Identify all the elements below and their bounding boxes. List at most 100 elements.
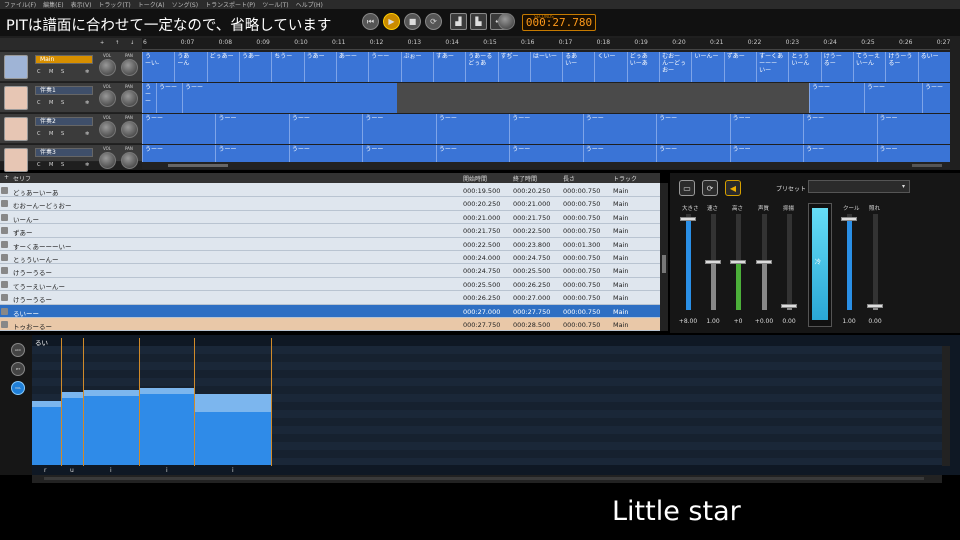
speaker-icon[interactable]: ◀ [725, 180, 741, 196]
pan-knob[interactable] [121, 152, 138, 169]
note-block[interactable]: うーー [182, 83, 397, 113]
note-block[interactable]: うあー [303, 52, 336, 82]
note-block[interactable]: うーー [362, 114, 436, 144]
fx-icon[interactable]: ❄ [85, 100, 89, 106]
list-row[interactable]: すーくあーーーいー 000:22.500 000:23.800 000:01.300 M… [0, 238, 660, 251]
note-block[interactable]: るいー [917, 52, 950, 82]
note-block[interactable]: けうーう るー [885, 52, 918, 82]
note-block[interactable]: うーー [803, 114, 877, 144]
col-end[interactable]: 終了時間 [513, 174, 537, 183]
track-c-button[interactable]: C [37, 162, 41, 168]
list-row[interactable]: どぅあーいーあ 000:19.500 000:20.250 000:00.750 Mai… [0, 184, 660, 198]
note-block[interactable]: うーー [215, 145, 289, 162]
note-block[interactable]: うーー [215, 114, 289, 144]
track-s-button[interactable]: S [61, 162, 64, 168]
note-block[interactable]: うーー [729, 114, 804, 144]
slider-handle[interactable] [705, 260, 721, 264]
pitch-hscrollbar[interactable] [32, 475, 942, 483]
note-block[interactable]: どぅあ いーあ [626, 52, 660, 82]
note-block[interactable]: うーー [922, 83, 950, 113]
volume-knob[interactable] [99, 152, 116, 169]
note-block[interactable]: うーー [142, 114, 216, 144]
refresh-icon[interactable]: ⟳ [702, 180, 718, 196]
slider-track[interactable] [847, 214, 852, 310]
slider-handle[interactable] [756, 260, 772, 264]
slider-handle[interactable] [841, 216, 857, 221]
note-block[interactable]: うーー [809, 83, 864, 113]
volume-knob[interactable] [99, 90, 116, 107]
note-block[interactable]: うーー [368, 52, 401, 82]
play-button[interactable]: ▶ [383, 13, 400, 30]
track-lane[interactable]: うーー うーー うーー うーー うーー うーー うーー うーー うーー うーー うーー [142, 145, 950, 162]
pan-knob[interactable] [121, 59, 138, 76]
note-block[interactable]: うあーる どぅあ [465, 52, 498, 82]
menu-item[interactable]: トラック(T) [98, 0, 130, 9]
menu-item[interactable]: 表示(V) [71, 0, 92, 9]
track-m-button[interactable]: M [49, 69, 53, 75]
add-track-icon[interactable]: + [100, 40, 104, 46]
pan-knob[interactable] [121, 90, 138, 107]
preset-select[interactable]: ▾ [808, 180, 910, 193]
menu-item[interactable]: ツール(T) [262, 0, 288, 9]
list-row[interactable]: けうーうるー 000:24.750 000:25.500 000:00.750 Main [0, 264, 660, 278]
track-c-button[interactable]: C [37, 69, 41, 75]
note-block[interactable]: うーー [582, 145, 657, 162]
note-block[interactable]: あーー [335, 52, 369, 82]
note-block[interactable]: うーー [864, 83, 922, 113]
note-block[interactable]: うーー [509, 114, 583, 144]
track-name[interactable]: 伴奏1 [35, 86, 93, 95]
note-block[interactable]: うーー [288, 145, 363, 162]
track-s-button[interactable]: S [61, 100, 64, 106]
list-row[interactable]: とぅういーんー 000:24.000 000:24.750 000:00.750 Mai… [0, 251, 660, 265]
slider-track[interactable] [873, 214, 878, 310]
volume-knob[interactable] [99, 121, 116, 138]
pitch-bar[interactable] [61, 393, 83, 465]
list-row[interactable]: るいーー 000:27.000 000:27.750 000:00.750 Main [0, 304, 660, 318]
fx-icon[interactable]: ❄ [85, 69, 89, 75]
note-block[interactable]: うーー [142, 83, 156, 113]
menu-item[interactable]: ヘルプ(H) [296, 0, 323, 9]
track-name[interactable]: 伴奏2 [35, 117, 93, 126]
col-serif[interactable]: セリフ [13, 174, 31, 183]
note-block[interactable]: うーー [656, 145, 730, 162]
track-s-button[interactable]: S [61, 131, 64, 137]
track-c-button[interactable]: C [37, 100, 41, 106]
stop-button[interactable]: ■ [404, 13, 421, 30]
track-s-button[interactable]: S [61, 69, 64, 75]
note-block[interactable]: うーー [288, 114, 363, 144]
note-block[interactable]: ずあー [723, 52, 757, 82]
note-block[interactable]: うーー [582, 114, 657, 144]
col-start[interactable]: 開始時間 [463, 174, 487, 183]
note-block[interactable]: どぅあー [206, 52, 239, 82]
track-m-button[interactable]: M [49, 162, 53, 168]
list-row[interactable]: むおーんーどぅおー 000:20.250 000:21.000 000:00.750 M… [0, 197, 660, 211]
move-up-icon[interactable]: ↑ [115, 40, 119, 46]
vol-button[interactable]: VOL [11, 381, 25, 395]
track-m-button[interactable]: M [49, 131, 53, 137]
horizontal-scrollbar[interactable] [142, 162, 950, 169]
note-block[interactable]: てうーえ いーん [853, 52, 886, 82]
note-block[interactable]: うーー [435, 145, 510, 162]
note-block[interactable]: うーー [509, 145, 583, 162]
note-block[interactable]: うーー [729, 145, 804, 162]
track-lane[interactable]: うーー うーー うーー うーー うーー うーー [142, 83, 950, 113]
list-row[interactable]: てうーえいーんー 000:25.500 000:26.250 000:00.750 Ma… [0, 278, 660, 292]
menu-item[interactable]: ソング(S) [172, 0, 199, 9]
rewind-button[interactable]: ⏮ [362, 13, 379, 30]
timeline-ruler[interactable]: 6 0:07 0:08 0:09 0:10 0:11 0:12 0:13 0:14 0:15 0:1… [142, 38, 950, 50]
acc-button[interactable]: ACC [11, 343, 25, 357]
track-m-button[interactable]: M [49, 100, 53, 106]
note-block[interactable]: すあー [432, 52, 466, 82]
metronome-icon[interactable]: ▟ [450, 13, 467, 30]
pitch-bar[interactable] [139, 389, 194, 465]
slider-handle[interactable] [730, 260, 746, 264]
note-block[interactable]: うーー [656, 114, 730, 144]
note-block[interactable]: うーー [435, 114, 510, 144]
menu-item[interactable]: トランスポート(P) [205, 0, 255, 9]
note-block[interactable]: うあ ーん [174, 52, 207, 82]
track-lane[interactable]: うーー うーー うーー うーー うーー うーー うーー うーー うーー うーー うーー [142, 114, 950, 144]
pitch-bar[interactable] [32, 402, 62, 465]
note-block[interactable]: うーー [876, 145, 950, 162]
note-block[interactable]: うーー [803, 145, 877, 162]
master-volume-knob[interactable] [498, 13, 515, 30]
